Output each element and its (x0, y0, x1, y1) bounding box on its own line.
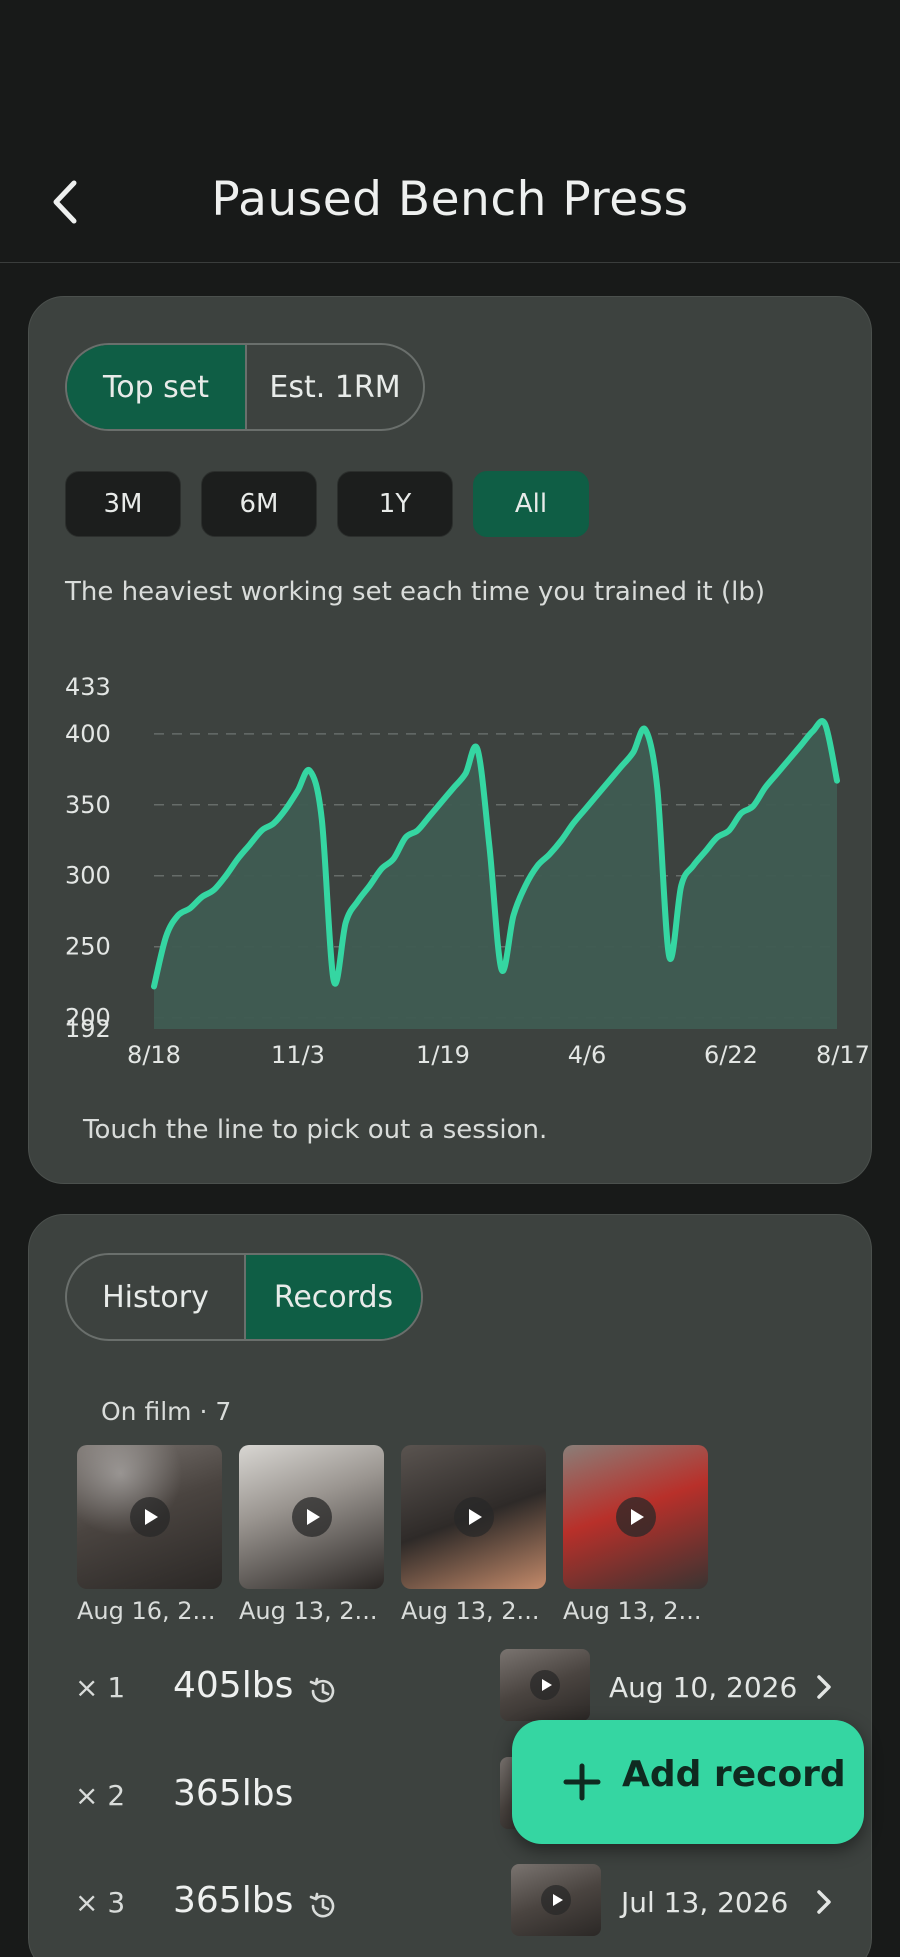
rep-count: × 1 (75, 1671, 126, 1704)
x-tick-label: 8/17 (816, 1041, 870, 1069)
chevron-right-icon (809, 1884, 839, 1920)
add-record-button[interactable]: Add record (512, 1720, 864, 1844)
app-header: Paused Bench Press (0, 0, 900, 263)
plus-icon (563, 1763, 601, 1801)
y-min-label: 192 (65, 1015, 111, 1043)
x-tick-label: 1/19 (416, 1041, 470, 1069)
page-title: Paused Bench Press (211, 172, 689, 227)
film-date: Aug 13, 2... (239, 1597, 378, 1625)
range-6m-button[interactable]: 6M (201, 471, 317, 537)
x-tick-label: 6/22 (704, 1041, 758, 1069)
history-icon (309, 1892, 335, 1918)
record-weight: 405lbs (173, 1665, 294, 1706)
x-tick-label: 4/6 (568, 1041, 607, 1069)
play-icon (453, 1497, 494, 1537)
play-icon (530, 1670, 560, 1700)
chevron-right-icon (809, 1669, 839, 1705)
record-weight: 365lbs (173, 1880, 294, 1921)
y-max-label: 433 (65, 673, 111, 701)
record-row[interactable]: × 3 365lbs Jul 13, 2026 (29, 1860, 873, 1956)
film-thumbnails: Aug 16, 2... Aug 13, 2... Aug 13, 2... A… (77, 1445, 708, 1625)
records-card: History Records On film · 7 Aug 16, 2...… (28, 1214, 872, 1957)
rep-count: × 2 (75, 1779, 126, 1812)
film-item: Aug 13, 2... (563, 1445, 708, 1625)
film-item: Aug 16, 2... (77, 1445, 222, 1625)
play-icon (291, 1497, 332, 1537)
record-weight: 365lbs (173, 1773, 294, 1814)
record-date: Aug 10, 2026 (609, 1671, 798, 1704)
y-tick-label: 400 (65, 720, 111, 748)
range-3m-button[interactable]: 3M (65, 471, 181, 537)
metric-toggle: Top set Est. 1RM (65, 343, 425, 431)
progress-chart-card: Top set Est. 1RM 3M 6M 1Y All The heavie… (28, 296, 872, 1184)
range-1y-button[interactable]: 1Y (337, 471, 453, 537)
chart-area-fill (154, 721, 837, 1029)
x-tick-label: 8/18 (127, 1041, 181, 1069)
video-thumbnail[interactable] (77, 1445, 222, 1589)
play-icon (615, 1497, 656, 1537)
video-thumbnail[interactable] (401, 1445, 546, 1589)
chart-description: The heaviest working set each time you t… (65, 577, 766, 607)
y-tick-label: 300 (65, 862, 111, 890)
metric-top-set-button[interactable]: Top set (67, 345, 245, 429)
range-selector: 3M 6M 1Y All (65, 471, 589, 537)
y-tick-label: 250 (65, 933, 111, 961)
range-all-button[interactable]: All (473, 471, 589, 537)
on-film-label: On film · 7 (101, 1397, 232, 1426)
play-icon (129, 1497, 170, 1537)
rep-count: × 3 (75, 1886, 126, 1919)
records-tabs: History Records (65, 1253, 423, 1341)
film-date: Aug 16, 2... (77, 1597, 216, 1625)
video-thumbnail[interactable] (563, 1445, 708, 1589)
video-thumbnail[interactable] (239, 1445, 384, 1589)
chart-hint: Touch the line to pick out a session. (83, 1115, 548, 1145)
film-item: Aug 13, 2... (239, 1445, 384, 1625)
history-icon (309, 1677, 335, 1703)
y-tick-label: 350 (65, 791, 111, 819)
x-tick-label: 11/3 (271, 1041, 325, 1069)
add-record-label: Add record (622, 1754, 846, 1795)
film-item: Aug 13, 2... (401, 1445, 546, 1625)
play-icon (541, 1885, 571, 1915)
metric-est-1rm-button[interactable]: Est. 1RM (245, 345, 423, 429)
film-date: Aug 13, 2... (401, 1597, 540, 1625)
film-date: Aug 13, 2... (563, 1597, 702, 1625)
record-date: Jul 13, 2026 (621, 1886, 789, 1919)
record-video-thumbnail[interactable] (500, 1649, 590, 1721)
tab-records[interactable]: Records (244, 1255, 421, 1339)
exercise-detail-screen: Paused Bench Press Top set Est. 1RM 3M 6… (0, 0, 900, 1957)
top-set-chart[interactable]: 200250300350400433192 8/18 11/3 1/19 4/6 6/2… (29, 617, 873, 1077)
tab-history[interactable]: History (67, 1255, 244, 1339)
record-video-thumbnail[interactable] (511, 1864, 601, 1936)
